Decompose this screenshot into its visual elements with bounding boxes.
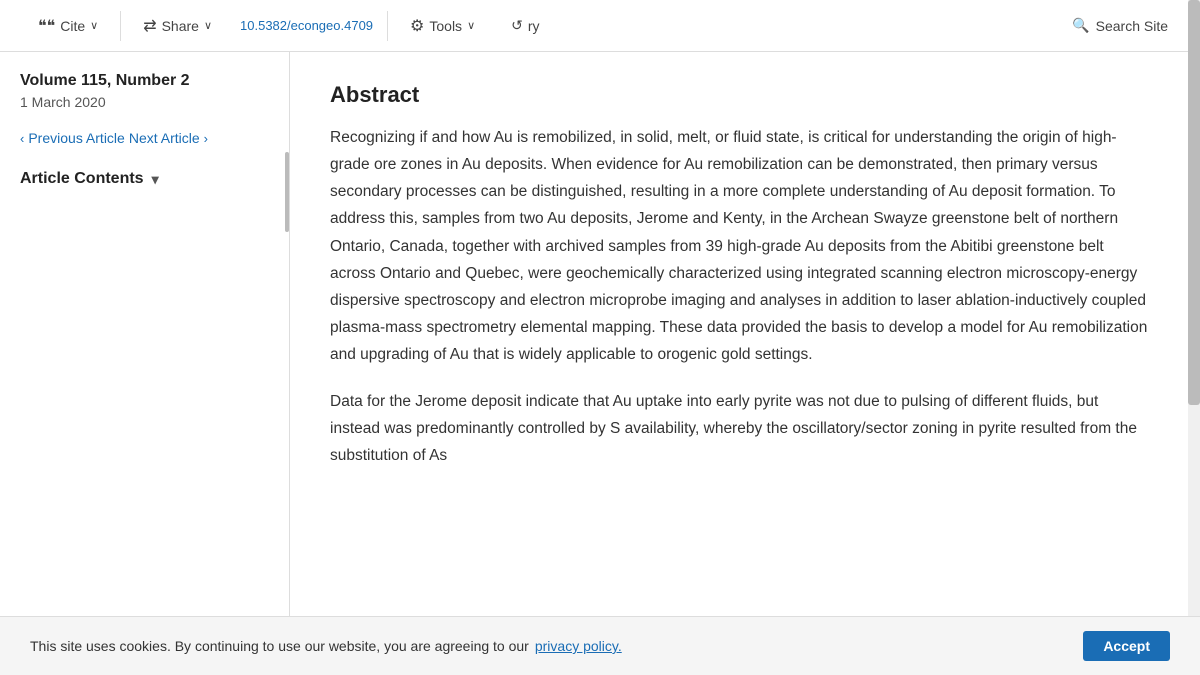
volume-info: Volume 115, Number 2 1 March 2020 [20,72,269,110]
share-chevron-icon: ∨ [204,19,212,32]
search-label: Search Site [1096,18,1168,34]
abstract-title: Abstract [330,82,1150,108]
cite-button[interactable]: ❝❝ Cite ∨ [20,0,116,51]
privacy-policy-link[interactable]: privacy policy. [535,638,622,654]
cite-icon: ❝❝ [38,16,55,36]
tools-button[interactable]: ⚙ Tools ∨ [392,0,493,51]
article-navigation: ‹ Previous Article Next Article › [20,130,269,146]
doi-link[interactable]: 10.5382/econgeo.4709 [230,18,383,33]
cite-label: Cite [60,18,85,34]
share-icon: ⇄ [143,16,156,36]
accept-button[interactable]: Accept [1083,631,1170,661]
search-icon: 🔍 [1072,17,1089,34]
abstract-paragraph-2: Data for the Jerome deposit indicate tha… [330,388,1150,469]
prev-article-link[interactable]: Previous Article [28,130,124,146]
tools-label: Tools [429,18,462,34]
article-contents-label: Article Contents [20,170,144,188]
tools-icon: ⚙ [410,16,424,36]
share-label: Share [162,18,199,34]
contents-toggle-button[interactable]: ▾ [152,171,159,188]
cite-chevron-icon: ∨ [90,19,98,32]
volume-date: 1 March 2020 [20,94,269,110]
sidebar: Volume 115, Number 2 1 March 2020 ‹ Prev… [0,52,290,675]
article-contents: Article Contents ▾ [20,170,269,188]
toolbar: ❝❝ Cite ∨ ⇄ Share ∨ 10.5382/econgeo.4709… [0,0,1200,52]
history-label: ry [528,18,540,34]
divider-1 [120,11,121,41]
cookie-banner: This site uses cookies. By continuing to… [0,616,1200,675]
next-article-link[interactable]: Next Article [129,130,200,146]
next-chevron-icon: › [204,131,208,146]
scrollbar-thumb[interactable] [1188,0,1200,405]
sidebar-scrollbar [285,152,289,232]
abstract-paragraph-1: Recognizing if and how Au is remobilized… [330,124,1150,368]
volume-title: Volume 115, Number 2 [20,72,269,90]
content-area[interactable]: Abstract Recognizing if and how Au is re… [290,52,1200,675]
divider-2 [387,11,388,41]
share-button[interactable]: ⇄ Share ∨ [125,0,230,51]
search-button[interactable]: 🔍 Search Site [1060,17,1180,34]
page-scrollbar[interactable] [1188,0,1200,675]
tools-chevron-icon: ∨ [467,19,475,32]
main-layout: Volume 115, Number 2 1 March 2020 ‹ Prev… [0,52,1200,675]
history-icon: ↺ [511,17,523,34]
prev-chevron-icon: ‹ [20,131,24,146]
history-button[interactable]: ↺ ry [493,0,557,51]
cookie-text: This site uses cookies. By continuing to… [30,638,529,654]
